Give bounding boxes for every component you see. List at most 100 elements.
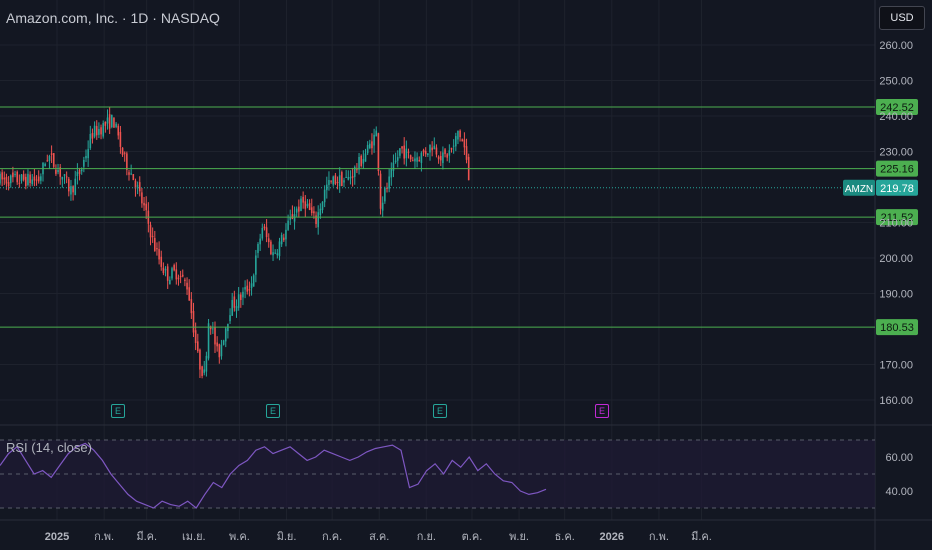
candle: [154, 238, 156, 251]
candle: [261, 227, 264, 239]
candle: [166, 266, 169, 281]
candle: [362, 159, 365, 164]
candle: [151, 235, 154, 237]
candle: [93, 125, 96, 137]
candle: [111, 114, 113, 128]
time-tick-label: มี.ค.: [691, 530, 712, 543]
earnings-icon[interactable]: E: [266, 404, 280, 418]
candle: [422, 150, 425, 153]
candle: [35, 179, 38, 181]
candle: [100, 127, 102, 135]
candle: [57, 170, 59, 173]
time-tick-label: มี.ค.: [136, 530, 157, 543]
candle: [240, 294, 242, 301]
candle: [461, 139, 464, 142]
candle: [27, 173, 29, 186]
level-label: 225.16: [880, 164, 914, 176]
rsi-tick-label: 60.00: [885, 452, 913, 464]
candle: [40, 176, 42, 181]
candle: [381, 202, 384, 211]
rsi-tick-label: 40.00: [885, 486, 913, 498]
candle: [317, 212, 319, 228]
candle: [7, 182, 10, 187]
candle: [244, 287, 246, 290]
candle: [283, 237, 285, 241]
candle: [308, 203, 311, 210]
stock-chart[interactable]: 242.52225.16211.52180.53AMZN 219.78 260.0…: [0, 0, 932, 550]
time-tick-label: ส.ค.: [369, 531, 389, 543]
upcoming-earnings-icon[interactable]: E: [595, 404, 609, 418]
candle: [87, 149, 89, 159]
candle: [463, 139, 466, 148]
candle: [255, 255, 257, 275]
candle: [379, 173, 382, 209]
candle: [22, 174, 25, 180]
currency-button[interactable]: USD: [879, 6, 925, 30]
candle: [192, 310, 195, 333]
candle: [259, 238, 261, 245]
candle: [295, 208, 298, 213]
candle: [250, 283, 253, 289]
candle: [328, 180, 330, 185]
candle: [334, 175, 337, 184]
time-tick-label: พ.ค.: [229, 531, 250, 543]
candle: [409, 155, 412, 160]
candle: [76, 171, 79, 177]
candle: [128, 172, 130, 175]
candle: [201, 366, 203, 376]
candle: [375, 130, 378, 137]
candle: [298, 206, 300, 212]
candle: [61, 176, 64, 180]
candle: [149, 224, 152, 238]
candle: [450, 147, 453, 150]
chart-title: Amazon.com, Inc. · 1D · NASDAQ: [6, 10, 220, 26]
candle: [433, 145, 436, 149]
candle: [392, 162, 395, 171]
candle: [448, 150, 451, 156]
candle: [126, 153, 128, 170]
candle: [304, 201, 307, 209]
candle: [289, 217, 292, 220]
candle: [414, 158, 416, 162]
candle: [16, 171, 18, 183]
price-tick-label: 240.00: [879, 111, 913, 123]
candle: [439, 155, 442, 161]
time-axis[interactable]: ต.ค. 2025 ก.พ. มี.ค. เม.ย. พ.ค. มิ.ย. ก.ค. ส.ค. ก…: [0, 530, 712, 543]
candle: [407, 151, 410, 153]
candle: [80, 169, 83, 172]
candle: [44, 163, 46, 166]
candle: [31, 179, 34, 185]
candle: [416, 157, 418, 162]
candle: [263, 226, 266, 229]
time-tick-label: ก.ค.: [322, 531, 342, 543]
candle: [117, 125, 120, 136]
candle: [3, 177, 6, 180]
levels: 242.52225.16211.52180.53AMZN 219.78: [0, 99, 918, 336]
price-tick-label: 190.00: [879, 289, 913, 301]
candle: [356, 169, 358, 171]
time-tick-label: ต.ค.: [462, 531, 483, 543]
candle: [237, 294, 240, 308]
earnings-icon[interactable]: E: [111, 404, 125, 418]
candle: [70, 186, 72, 195]
candle: [341, 172, 343, 186]
candle: [267, 238, 270, 243]
candle: [188, 287, 190, 301]
candle: [418, 160, 421, 162]
candle: [194, 330, 197, 344]
candle: [377, 133, 380, 171]
candle: [68, 178, 70, 192]
price-tick-label: 260.00: [879, 40, 913, 52]
price-tick-label: 160.00: [879, 395, 913, 407]
candle: [104, 121, 107, 126]
candle: [291, 214, 294, 219]
candle: [177, 277, 180, 280]
price-axis[interactable]: 260.00 250.00 240.00 230.00 210.00 200.00 190.…: [879, 40, 913, 407]
candle: [169, 279, 171, 285]
candle: [252, 275, 255, 287]
candle: [285, 229, 287, 240]
earnings-icon[interactable]: E: [433, 404, 447, 418]
candle: [143, 202, 145, 206]
candle: [171, 268, 173, 279]
candle: [37, 176, 40, 182]
